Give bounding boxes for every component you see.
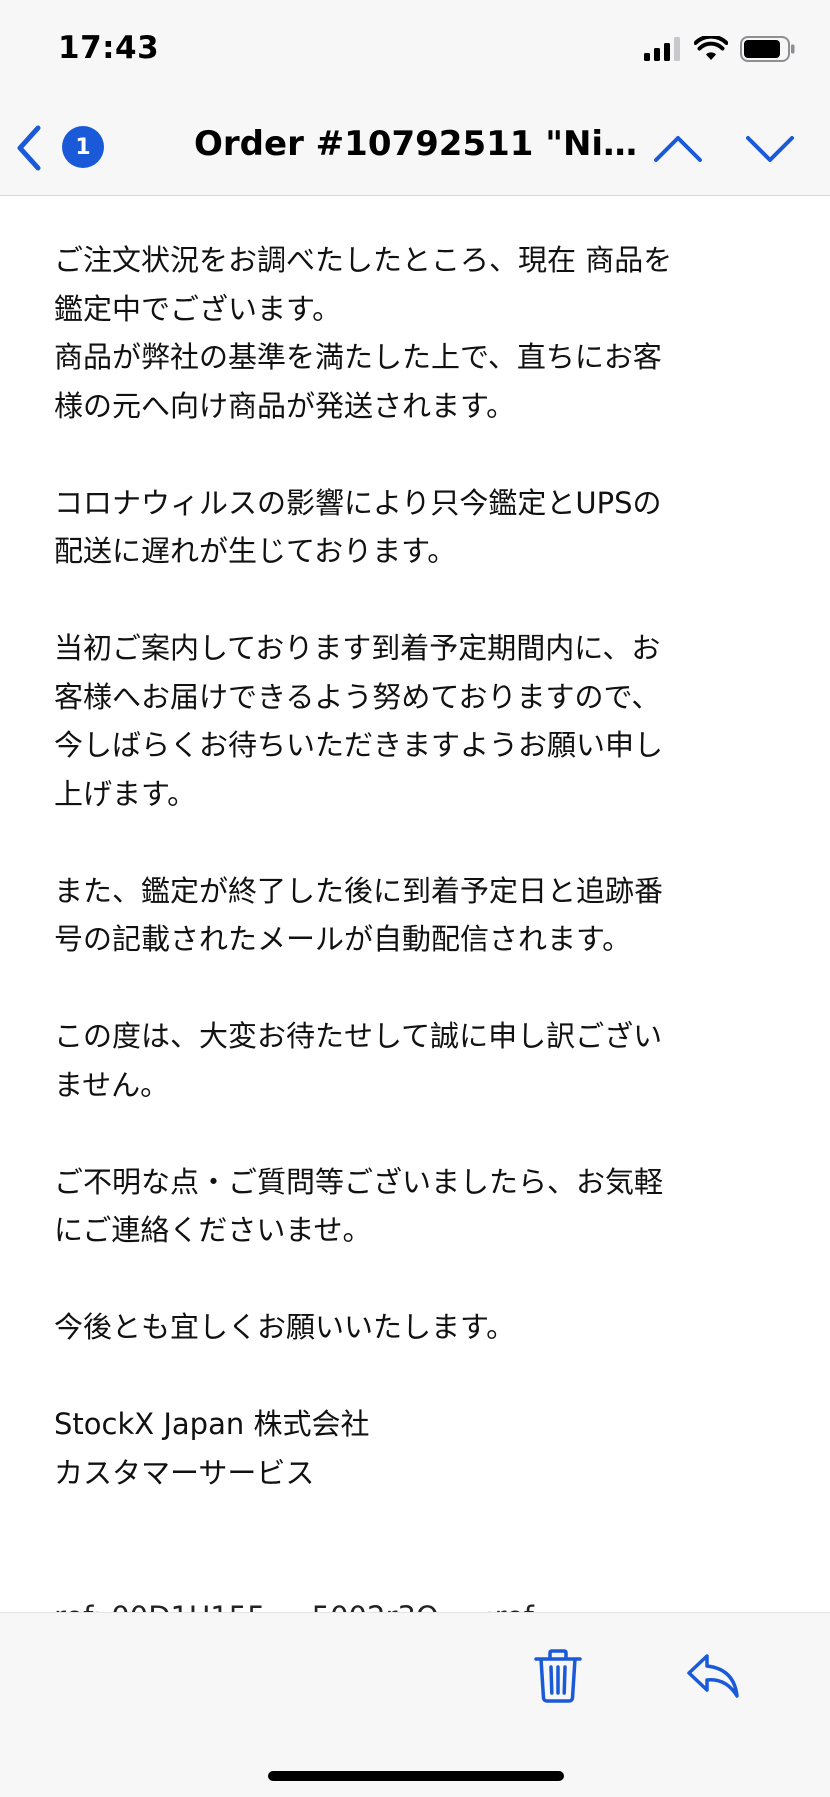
wifi-icon — [694, 36, 728, 60]
chevron-down-icon — [746, 136, 794, 162]
unread-count-badge: 1 — [62, 126, 104, 168]
email-paragraph: 今後とも宜しくお願いいたします。 — [54, 1310, 516, 1344]
nav-bar: 1 Order #10792511 "Nike... — [0, 100, 830, 196]
back-button[interactable]: 1 — [14, 120, 109, 176]
signature-department: カスタマーサービス — [54, 1455, 315, 1490]
status-time: 17:43 — [58, 30, 160, 66]
email-body: ご注文状況をお調べたしたところ、現在 商品を 鑑定中でございます。 商品が弊社の… — [54, 236, 774, 1497]
mail-screen: 17:43 1 Order #10792511 "Nike... ご注文状況をお… — [0, 0, 830, 1797]
email-subject-title: Order #10792511 "Nike... — [194, 124, 638, 164]
reply-icon — [687, 1654, 739, 1698]
battery-icon — [740, 36, 795, 62]
email-paragraph: また、鑑定が終了した後に到着予定日と追跡番 号の記載されたメールが自動配信されま… — [54, 873, 664, 957]
signature-company: StockX Japan 株式会社 — [54, 1407, 370, 1441]
chevron-left-icon — [17, 125, 41, 171]
bottom-toolbar — [0, 1612, 830, 1797]
cellular-signal-icon — [644, 37, 680, 61]
trash-icon — [534, 1649, 582, 1703]
reply-button[interactable] — [686, 1651, 740, 1699]
email-paragraph: 当初ご案内しております到着予定期間内に、お 客様へお届けできるよう努めております… — [54, 631, 664, 811]
email-paragraph: ご注文状況をお調べたしたところ、現在 商品を 鑑定中でございます。 商品が弊社の… — [54, 243, 673, 423]
previous-message-button[interactable] — [652, 126, 704, 170]
trash-button[interactable] — [533, 1648, 583, 1704]
status-icons — [644, 36, 796, 62]
email-signature: StockX Japan 株式会社 カスタマーサービス — [54, 1400, 774, 1497]
chevron-up-icon — [654, 136, 702, 162]
next-message-button[interactable] — [744, 126, 796, 170]
email-paragraph: ご不明な点・ご質問等ございましたら、お気軽 にご連絡くださいませ。 — [54, 1164, 664, 1248]
home-indicator[interactable] — [268, 1771, 564, 1781]
email-paragraph: コロナウィルスの影響により只今鑑定とUPSの 配送に遅れが生じております。 — [54, 485, 662, 569]
status-bar: 17:43 — [0, 0, 830, 100]
email-paragraph: この度は、大変お待たせして誠に申し訳ござい ません。 — [54, 1019, 663, 1102]
